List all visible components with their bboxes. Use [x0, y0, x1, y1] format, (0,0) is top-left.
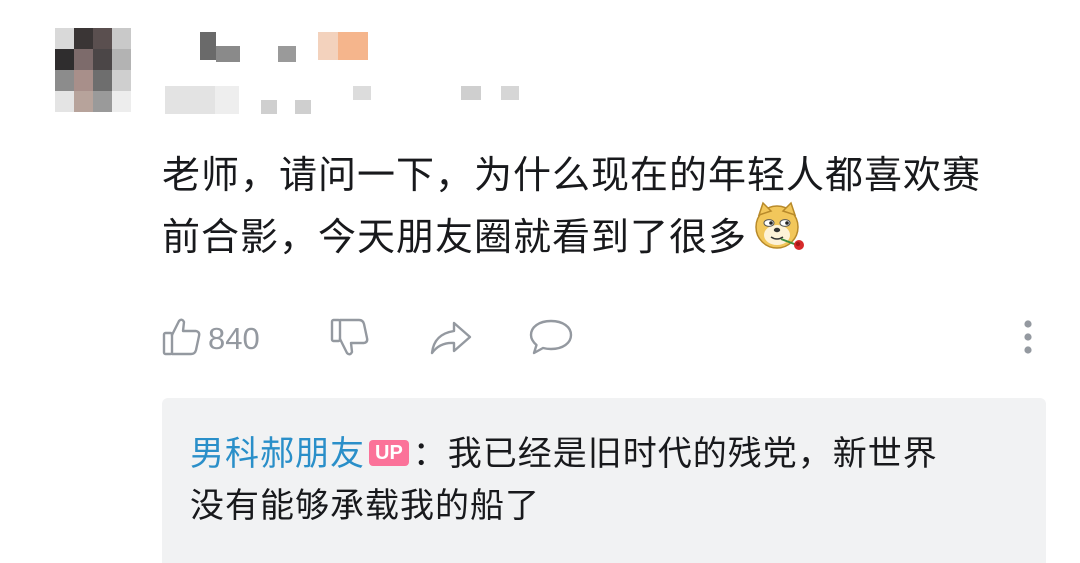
comment-bubble-icon: [528, 315, 574, 363]
reply-content: 男科郝朋友 UP ：我已经是旧时代的残党，新世界 没有能够承载我的船了: [190, 428, 1020, 532]
doge-rose-icon: [751, 199, 807, 273]
share-button[interactable]: [428, 316, 474, 362]
reply-preview[interactable]: 男科郝朋友 UP ：我已经是旧时代的残党，新世界 没有能够承载我的船了: [162, 398, 1046, 563]
reply-line-1: 男科郝朋友 UP ：我已经是旧时代的残党，新世界: [190, 428, 1020, 480]
more-vertical-icon: [1018, 315, 1038, 363]
comment-action-bar: 840: [160, 316, 1040, 362]
like-count: 840: [208, 321, 260, 356]
thumbs-up-icon: [160, 315, 204, 363]
thumbs-down-icon: [328, 315, 372, 363]
share-icon: [428, 315, 474, 363]
comment-content: 老师，请问一下，为什么现在的年轻人都喜欢赛 前合影，今天朋友圈就看到了很多: [162, 144, 1042, 273]
username-censored[interactable]: [200, 28, 380, 68]
avatar[interactable]: [55, 28, 131, 112]
comment-thread: 老师，请问一下，为什么现在的年轻人都喜欢赛 前合影，今天朋友圈就看到了很多 84…: [0, 0, 1080, 563]
reply-button[interactable]: [528, 316, 574, 362]
reply-author-link[interactable]: 男科郝朋友: [190, 434, 365, 474]
dislike-button[interactable]: [328, 316, 372, 362]
reply-line-2: 没有能够承载我的船了: [190, 486, 540, 526]
like-button[interactable]: 840: [160, 316, 260, 362]
comment-line-2: 前合影，今天朋友圈就看到了很多: [162, 201, 1042, 273]
comment-line-2-text: 前合影，今天朋友圈就看到了很多: [162, 215, 748, 259]
up-badge: UP: [369, 439, 409, 466]
comment-line-1: 老师，请问一下，为什么现在的年轻人都喜欢赛: [162, 153, 982, 197]
reply-line-1-text: 我已经是旧时代的残党，新世界: [447, 434, 938, 474]
more-options-button[interactable]: [1018, 316, 1038, 362]
comment-meta-censored: [165, 80, 525, 116]
reply-separator: ：: [412, 434, 448, 474]
